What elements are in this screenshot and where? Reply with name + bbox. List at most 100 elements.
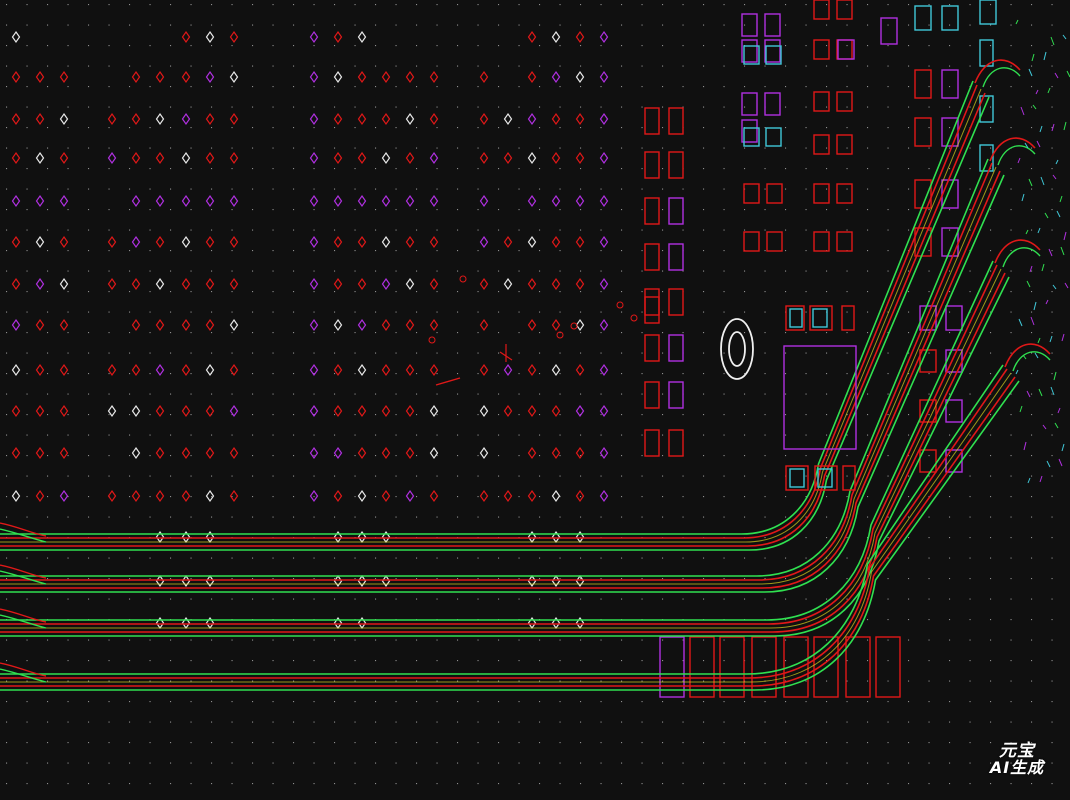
via-pad [155, 151, 165, 165]
edge-segment [1056, 210, 1061, 218]
edge-segment [1052, 174, 1057, 180]
differential-trace [0, 276, 1010, 637]
via-pad [479, 318, 489, 332]
via-pad [527, 30, 537, 44]
via-pad [405, 318, 415, 332]
via-pad [405, 404, 415, 418]
via-pad [405, 446, 415, 460]
edge-segment [1063, 231, 1067, 241]
via-pad [503, 363, 513, 377]
edge-segment [1021, 193, 1025, 202]
via-pad [309, 446, 319, 460]
via-pad [11, 235, 21, 249]
via-pad [205, 194, 215, 208]
edge-segment [1036, 140, 1041, 148]
via-pad [405, 277, 415, 291]
via-pad [229, 30, 239, 44]
smd-pad [813, 39, 830, 60]
via-pad [503, 404, 513, 418]
via-pad [155, 277, 165, 291]
via-pad [551, 235, 561, 249]
via-pad [429, 194, 439, 208]
via-pad [381, 404, 391, 418]
edge-segment [1055, 159, 1059, 165]
edge-segment [1031, 53, 1035, 62]
via-pad [333, 70, 343, 84]
edge-segment [1030, 316, 1035, 326]
watermark-line-2: AI生成 [989, 758, 1045, 777]
via-pad [503, 235, 513, 249]
via-pad [229, 235, 239, 249]
via-pad [527, 404, 537, 418]
via-pad [59, 112, 69, 126]
via-pad [405, 235, 415, 249]
edge-segment [1037, 337, 1041, 344]
via-pad [35, 446, 45, 460]
smd-pad [941, 5, 959, 31]
via-pad [131, 70, 141, 84]
smd-pad [668, 243, 684, 271]
via-pad [357, 489, 367, 503]
trace-fanout [0, 528, 47, 543]
via-pad [527, 194, 537, 208]
via-pad [11, 363, 21, 377]
via-pad [59, 446, 69, 460]
smd-pad [813, 91, 830, 112]
pcb-layout-canvas[interactable] [0, 0, 1070, 800]
via-pad [479, 489, 489, 503]
via-pad [155, 404, 165, 418]
via-pad [35, 318, 45, 332]
edge-segment [1018, 318, 1023, 327]
via-pad [357, 277, 367, 291]
via-pad [551, 363, 561, 377]
edge-segment [1059, 195, 1063, 203]
smd-pad [644, 243, 660, 271]
via-pad [181, 235, 191, 249]
smd-pad [764, 92, 781, 116]
mounting-hole-outer [720, 318, 754, 380]
edge-segment [1054, 72, 1059, 79]
differential-trace [0, 376, 1016, 687]
smd-pad [789, 468, 805, 488]
via-pad [181, 404, 191, 418]
via-pad [107, 277, 117, 291]
smd-pad [813, 231, 830, 252]
edge-segment [1020, 106, 1025, 116]
via-pad [333, 363, 343, 377]
via-pad [357, 112, 367, 126]
smd-pad [842, 465, 856, 491]
smd-pad [764, 13, 781, 37]
via-pad [551, 446, 561, 460]
via-pad [551, 30, 561, 44]
via-pad [205, 446, 215, 460]
via-pad [181, 489, 191, 503]
via-pad [11, 318, 21, 332]
smd-pad [766, 231, 783, 252]
smd-pad [789, 308, 803, 328]
via-pad [131, 318, 141, 332]
via-pad [11, 404, 21, 418]
via-pad [205, 489, 215, 503]
smd-pad [743, 183, 760, 204]
trace-exit-hook [1012, 351, 1051, 372]
smd-pad [668, 151, 684, 179]
via-pad [575, 318, 585, 332]
via-pad [35, 70, 45, 84]
via-pad [181, 318, 191, 332]
via-pad [479, 404, 489, 418]
via-pad [575, 151, 585, 165]
via-pad [479, 277, 489, 291]
via-pad [35, 363, 45, 377]
smd-pad [813, 183, 830, 204]
via-pad [229, 318, 239, 332]
via-pad [205, 235, 215, 249]
via-pad [181, 194, 191, 208]
via-pad [131, 151, 141, 165]
via-pad [575, 446, 585, 460]
via-pad [381, 446, 391, 460]
via-pad [599, 446, 609, 460]
edge-segment [1054, 422, 1059, 429]
via-pad [205, 277, 215, 291]
smd-pad [836, 183, 853, 204]
via-pad [59, 318, 69, 332]
